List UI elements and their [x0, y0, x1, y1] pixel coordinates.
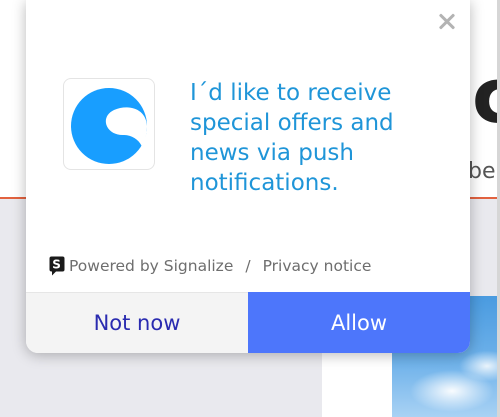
background-text-fragment: be — [468, 159, 496, 184]
shopware-logo-icon — [63, 78, 155, 170]
prompt-message: I´d like to receive special offers and n… — [190, 80, 394, 196]
not-now-button[interactable]: Not now — [26, 292, 248, 353]
svg-text:S: S — [52, 258, 61, 272]
signalize-icon: S — [49, 256, 65, 276]
close-icon[interactable] — [436, 10, 458, 32]
privacy-notice-link[interactable]: Privacy notice — [263, 257, 372, 275]
powered-by-row: S Powered by Signalize / Privacy notice — [49, 255, 371, 277]
allow-button[interactable]: Allow — [248, 292, 470, 353]
powered-by-link[interactable]: Powered by Signalize — [69, 257, 233, 275]
shopware-logo-graphic — [71, 88, 147, 164]
link-separator: / — [245, 257, 251, 275]
push-notification-prompt: I´d like to receive special offers and n… — [26, 0, 470, 353]
background-heading-fragment: c — [472, 51, 500, 140]
prompt-button-row: Not now Allow — [26, 292, 470, 353]
